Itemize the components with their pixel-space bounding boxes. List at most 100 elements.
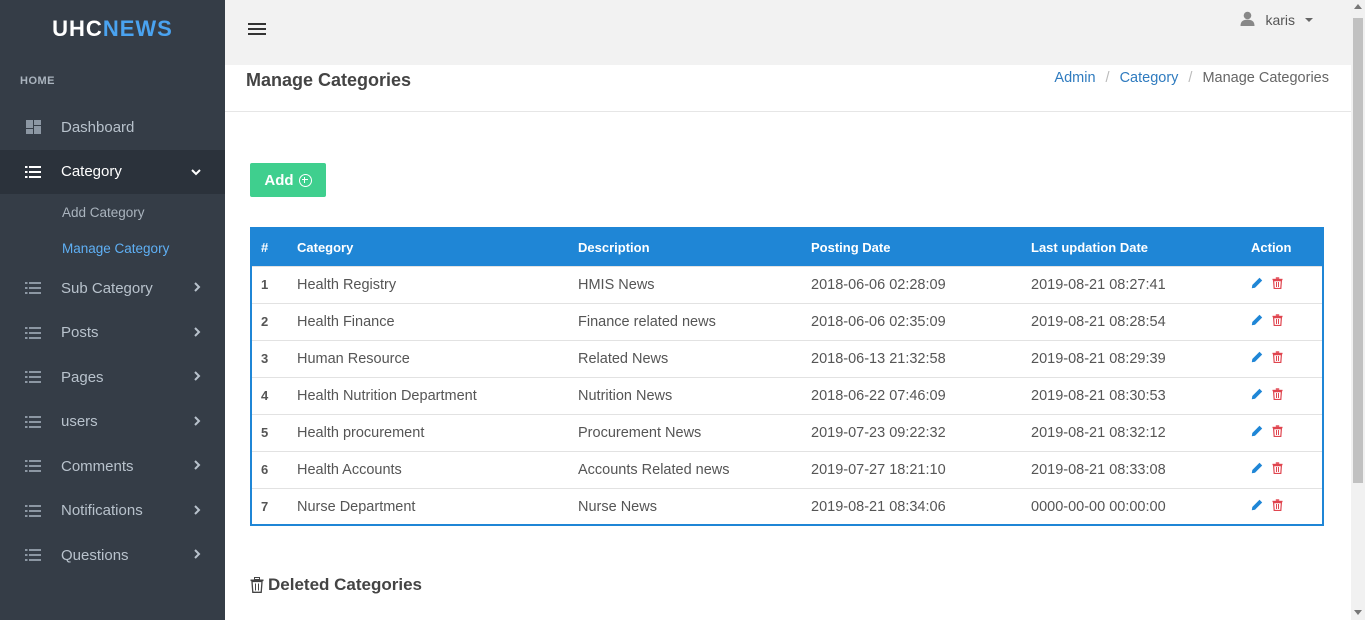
add-category-button[interactable]: Add <box>250 163 326 197</box>
add-button-label: Add <box>264 171 294 189</box>
brand-part1: UHC <box>52 16 103 41</box>
delete-trash-icon[interactable] <box>1272 313 1283 326</box>
table-row: 6 Health Accounts Accounts Related news … <box>252 451 1322 488</box>
cell-last-updation-date: 2019-08-21 08:30:53 <box>1031 387 1166 404</box>
delete-trash-icon[interactable] <box>1272 499 1283 511</box>
table-row: 3 Human Resource Related News 2018-06-13… <box>252 340 1322 377</box>
delete-trash-icon[interactable] <box>1272 276 1283 289</box>
cell-action <box>1251 303 1322 340</box>
cell-number: 2 <box>261 314 269 329</box>
delete-trash-icon[interactable] <box>1272 461 1283 474</box>
cell-posting-date: 2019-07-23 09:22:32 <box>811 424 946 441</box>
list-icon <box>24 415 42 429</box>
breadcrumb-current: Manage Categories <box>1202 70 1329 86</box>
sidebar-item-users[interactable]: users <box>0 400 225 445</box>
delete-trash-icon[interactable] <box>1272 424 1283 437</box>
user-menu[interactable]: karis <box>1240 11 1313 29</box>
plus-circle-icon <box>298 173 312 187</box>
cell-description: Finance related news <box>578 313 716 330</box>
edit-pencil-icon[interactable] <box>1251 277 1263 289</box>
sidebar-item-category[interactable]: Category <box>0 149 225 194</box>
category-submenu: Add Category Manage Category <box>0 194 225 266</box>
sidebar-item-dashboard[interactable]: Dashboard <box>0 105 225 150</box>
sidebar-section-label: HOME <box>20 75 55 87</box>
sidebar-item-notifications[interactable]: Notifications <box>0 489 225 534</box>
list-icon <box>24 370 42 384</box>
delete-trash-icon[interactable] <box>1272 350 1283 363</box>
chevron-right-icon <box>194 326 201 340</box>
column-header-category: Category <box>297 239 354 255</box>
cell-description: Nutrition News <box>578 387 673 404</box>
cell-description: Nurse News <box>578 498 657 515</box>
table-row: 5 Health procurement Procurement News 20… <box>252 414 1322 451</box>
table-row: 7 Nurse Department Nurse News 2019-08-21… <box>252 488 1322 525</box>
chevron-right-icon <box>194 415 201 429</box>
topbar: karis <box>225 0 1351 65</box>
column-header-number: # <box>261 239 269 255</box>
list-icon <box>24 459 42 473</box>
page-scrollbar[interactable] <box>1351 0 1365 620</box>
hamburger-menu-icon[interactable] <box>247 22 267 38</box>
sidebar-item-posts[interactable]: Posts <box>0 311 225 356</box>
cell-description: Procurement News <box>578 424 702 441</box>
edit-pencil-icon[interactable] <box>1251 499 1263 511</box>
submenu-item-add-category[interactable]: Add Category <box>0 194 225 230</box>
edit-pencil-icon[interactable] <box>1251 351 1263 363</box>
sidebar-item-label: Posts <box>61 324 99 342</box>
brand-logo[interactable]: UHC NEWS <box>0 0 225 58</box>
scroll-down-arrow-icon[interactable] <box>1354 610 1362 615</box>
column-header-description: Description <box>578 239 650 255</box>
cell-action <box>1251 377 1322 414</box>
chevron-right-icon <box>194 504 201 518</box>
deleted-categories-title: Deleted Categories <box>268 575 422 594</box>
edit-pencil-icon[interactable] <box>1251 388 1263 400</box>
caret-down-icon <box>1305 18 1313 22</box>
cell-number: 4 <box>261 388 269 403</box>
cell-action <box>1251 451 1322 488</box>
breadcrumb-admin[interactable]: Admin <box>1054 70 1095 86</box>
sidebar: UHC NEWS HOME Dashboard Category Add Cate… <box>0 0 225 620</box>
cell-last-updation-date: 2019-08-21 08:27:41 <box>1031 276 1166 293</box>
cell-category: Health Nutrition Department <box>297 387 477 404</box>
sidebar-item-label: Dashboard <box>61 118 135 136</box>
column-header-action: Action <box>1251 239 1292 255</box>
list-icon <box>24 548 42 562</box>
breadcrumb-category[interactable]: Category <box>1120 70 1179 86</box>
deleted-categories-heading: Deleted Categories <box>250 575 422 595</box>
edit-pencil-icon[interactable] <box>1251 462 1263 474</box>
cell-description: Related News <box>578 350 669 367</box>
cell-category: Human Resource <box>297 350 410 367</box>
sidebar-item-sub-category[interactable]: Sub Category <box>0 266 225 311</box>
sidebar-item-questions[interactable]: Questions <box>0 533 225 578</box>
cell-posting-date: 2018-06-06 02:35:09 <box>811 313 946 330</box>
sidebar-item-pages[interactable]: Pages <box>0 355 225 400</box>
edit-pencil-icon[interactable] <box>1251 425 1263 437</box>
chevron-right-icon <box>194 548 201 562</box>
cell-last-updation-date: 2019-08-21 08:29:39 <box>1031 350 1166 367</box>
sidebar-item-label: users <box>61 413 98 431</box>
edit-pencil-icon[interactable] <box>1251 314 1263 326</box>
cell-number: 7 <box>261 499 269 515</box>
sidebar-item-comments[interactable]: Comments <box>0 444 225 489</box>
chevron-right-icon <box>194 281 201 295</box>
table-row: 2 Health Finance Finance related news 20… <box>252 303 1322 340</box>
list-icon <box>24 281 42 295</box>
brand-part2: NEWS <box>102 16 173 41</box>
delete-trash-icon[interactable] <box>1272 387 1283 400</box>
sidebar-menu: Dashboard Category Add Category Manage C… <box>0 105 225 578</box>
cell-description: HMIS News <box>578 276 655 293</box>
cell-posting-date: 2018-06-13 21:32:58 <box>811 350 946 367</box>
cell-posting-date: 2019-07-27 18:21:10 <box>811 461 946 478</box>
sidebar-item-label: Pages <box>61 368 104 386</box>
scrollbar-thumb[interactable] <box>1353 18 1363 483</box>
cell-number: 3 <box>261 351 269 366</box>
cell-number: 6 <box>261 462 269 477</box>
table-header-row: # Category Description Posting Date Last… <box>252 229 1322 266</box>
cell-number: 1 <box>261 277 269 292</box>
user-icon <box>1240 11 1255 29</box>
submenu-item-manage-category[interactable]: Manage Category <box>0 230 225 266</box>
cell-action <box>1251 488 1322 525</box>
scroll-up-arrow-icon[interactable] <box>1354 4 1362 9</box>
cell-action <box>1251 414 1322 451</box>
cell-category: Health Accounts <box>297 461 402 478</box>
